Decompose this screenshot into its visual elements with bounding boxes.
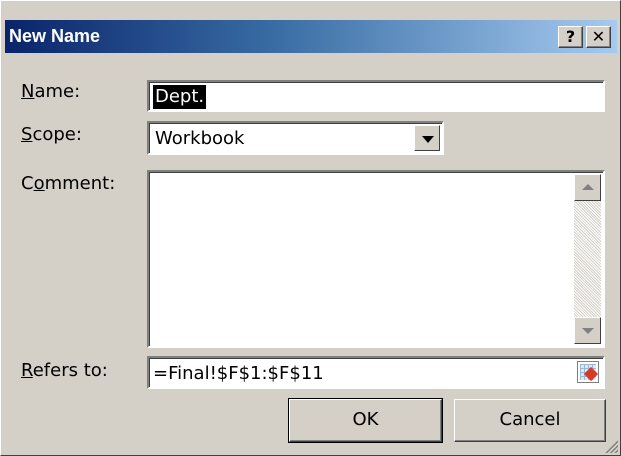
refers-to-input[interactable]: =Final!$F$1:$F$11 [147,356,605,389]
scroll-down-icon [582,328,594,334]
ok-button[interactable]: OK [288,398,443,443]
cancel-button[interactable]: Cancel [454,399,606,442]
scroll-up-icon [582,184,594,190]
comment-label-mnemonic: o [33,173,45,194]
help-button[interactable]: ? [558,26,583,48]
comment-label: Comment: [21,173,115,194]
scope-label: Scope: [21,124,82,145]
scope-select[interactable]: Workbook [147,121,444,155]
refers-to-label-mnemonic: R [21,360,33,381]
new-name-dialog: New Name ? ✕ Name: Dept. Scope: Workbook… [0,0,621,456]
scroll-up-button[interactable] [574,174,601,201]
dialog-title: New Name [9,26,101,46]
name-input-value: Dept. [153,85,207,109]
scope-label-rest: cope: [32,124,82,145]
scope-label-mnemonic: S [21,124,33,145]
comment-scrollbar[interactable] [574,174,601,344]
title-bar[interactable]: New Name ? ✕ [5,20,617,53]
comment-label-prefix: C [21,173,34,194]
name-label-rest: ame: [34,81,81,102]
name-label: Name: [21,81,80,102]
resize-grip-icon[interactable] [602,437,618,453]
refers-to-label: Refers to: [21,360,108,381]
close-button[interactable]: ✕ [586,26,611,48]
refers-to-label-rest: efers to: [32,360,108,381]
scroll-down-button[interactable] [574,317,601,344]
comment-textarea[interactable] [147,170,605,348]
comment-label-rest: mment: [44,173,116,194]
collapse-dialog-button[interactable] [577,361,599,383]
refers-to-input-value: =Final!$F$1:$F$11 [153,363,324,384]
scope-dropdown-button[interactable] [414,125,440,151]
close-icon: ✕ [591,27,606,46]
name-label-mnemonic: N [21,81,35,102]
name-input[interactable]: Dept. [147,80,605,112]
scope-select-value: Workbook [155,128,245,149]
chevron-down-icon [422,136,434,143]
